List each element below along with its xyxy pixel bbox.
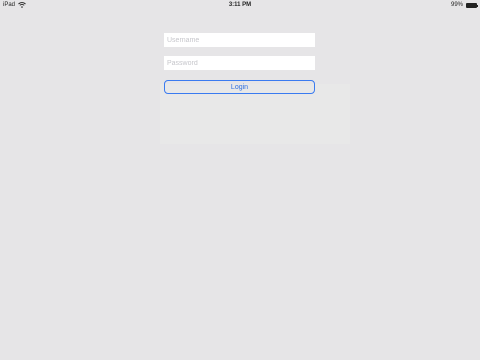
status-right: 99% [450,0,478,10]
battery-percent: 99% [450,2,463,8]
battery-icon [466,2,478,8]
status-bar: iPad 3:11 PM 99% [0,0,480,10]
login-form: Login [164,33,315,94]
login-button[interactable]: Login [164,80,315,94]
status-time: 3:11 PM [228,2,252,8]
username-field[interactable] [164,33,315,47]
battery-fill [467,3,476,7]
password-field[interactable] [164,56,315,70]
app-screen: iPad 3:11 PM 99% Login [0,0,480,360]
